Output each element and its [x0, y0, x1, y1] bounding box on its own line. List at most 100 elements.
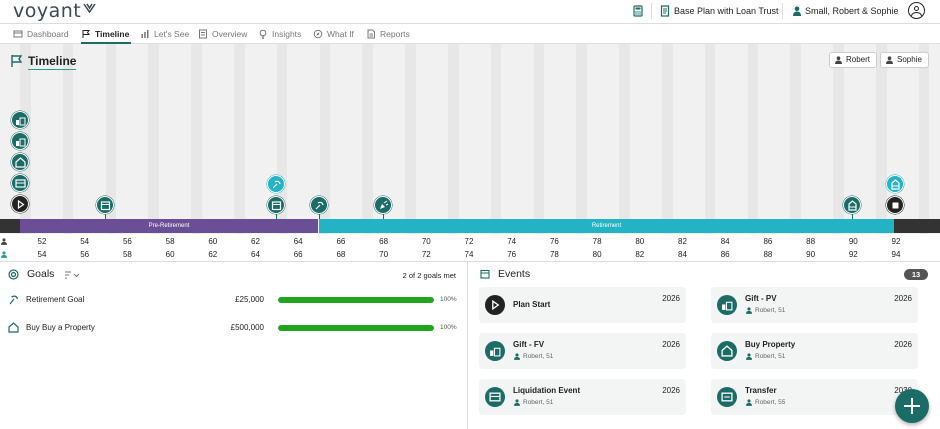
timeline-year-stripe: [918, 44, 930, 234]
event-card[interactable]: Transfer Robert, 55 2030: [711, 379, 918, 415]
tab-lets-see[interactable]: Let's See: [140, 24, 190, 44]
voyant-logo[interactable]: voyant: [13, 0, 96, 22]
divider: [782, 3, 783, 19]
age-axis: 52 54 56 58 60 62 64 66 68 70 72 74 76 78 80 82 84 86 88 90…: [0, 234, 940, 262]
event-care-home-icon[interactable]: [843, 196, 861, 214]
sophie-age-tick: 72: [421, 250, 431, 259]
report-icon: [367, 29, 375, 39]
event-year: 2026: [894, 294, 912, 303]
sophie-age-tick: 80: [592, 250, 602, 259]
robert-age-tick: 74: [507, 237, 517, 246]
event-year: 2026: [662, 386, 680, 395]
person-toggle-robert[interactable]: Robert: [829, 52, 878, 68]
tab-label: Timeline: [95, 29, 130, 39]
event-celebration-icon[interactable]: [374, 196, 392, 214]
goal-row[interactable]: Retirement Goal £25,000 100%: [0, 291, 468, 309]
robert-person-icon: [1, 238, 7, 245]
target-icon: [8, 269, 19, 280]
tab-insights[interactable]: Insights: [258, 24, 304, 44]
person-toggle-sophie[interactable]: Sophie: [880, 52, 929, 68]
goal-row[interactable]: Buy Buy a Property £500,000 100%: [0, 319, 468, 337]
phase-retirement[interactable]: Retirement: [319, 219, 894, 233]
event-gift-icon[interactable]: [11, 132, 29, 150]
event-card[interactable]: Gift - FV Robert, 51 2026: [479, 333, 686, 369]
event-calendar-icon[interactable]: [96, 196, 114, 214]
timeline-year-stripe: [662, 44, 673, 234]
event-owner: Robert, 51: [523, 399, 554, 406]
event-retirement-icon[interactable]: [267, 175, 285, 193]
robert-age-tick: 84: [720, 237, 730, 246]
transfer-icon: [717, 387, 737, 407]
tab-overview[interactable]: Overview: [198, 24, 250, 44]
user-circle-icon[interactable]: [908, 2, 925, 19]
timeline-year-stripe: [448, 44, 459, 234]
house-icon: [8, 322, 19, 333]
goal-percent: 100%: [440, 324, 457, 331]
event-retirement-icon[interactable]: [310, 196, 328, 214]
person-icon: [514, 399, 520, 406]
event-house-icon[interactable]: [11, 153, 29, 171]
tab-reports[interactable]: Reports: [366, 24, 414, 44]
event-stop-icon[interactable]: [886, 196, 904, 214]
plan-selector[interactable]: Base Plan with Loan Trust: [674, 5, 779, 17]
gift-icon: [717, 295, 737, 315]
event-gift-icon[interactable]: [11, 111, 29, 129]
robert-age-tick: 82: [678, 237, 687, 246]
phase-edge: [894, 219, 940, 233]
event-owner: Robert, 51: [755, 307, 786, 314]
tab-what-if[interactable]: What If: [313, 24, 357, 44]
robert-age-tick: 92: [891, 237, 901, 246]
robert-age-tick: 68: [379, 237, 389, 246]
event-calendar-icon[interactable]: [267, 196, 285, 214]
event-card[interactable]: Buy Property Robert, 51 2026: [711, 333, 918, 369]
event-cash-icon[interactable]: [11, 174, 29, 192]
robert-age-tick: 70: [421, 237, 431, 246]
sophie-age-tick: 84: [678, 250, 687, 259]
timeline-year-stripe: [790, 44, 802, 234]
goal-amount: £25,000: [235, 295, 264, 304]
add-event-button[interactable]: [895, 389, 929, 423]
event-card[interactable]: Gift - PV Robert, 51 2026: [711, 287, 918, 323]
event-play-icon[interactable]: [11, 195, 29, 213]
client-selector[interactable]: Small, Robert & Sophie: [805, 5, 899, 17]
event-care-home-icon[interactable]: [886, 175, 904, 193]
phase-pre-retirement[interactable]: Pre-Retirement: [20, 219, 318, 233]
event-title: Transfer: [745, 386, 777, 395]
timeline-year-stripe: [148, 44, 160, 234]
tab-timeline[interactable]: Timeline: [81, 24, 131, 44]
event-owner: Robert, 51: [523, 353, 554, 360]
timeline-year-stripe: [362, 44, 374, 234]
robert-age-tick: 88: [806, 237, 816, 246]
calculator-icon[interactable]: [632, 5, 644, 17]
cash-icon: [485, 387, 505, 407]
event-title: Liquidation Event: [513, 386, 581, 395]
person-icon: [746, 307, 752, 314]
robert-age-tick: 80: [635, 237, 645, 246]
person-icon: [886, 56, 893, 64]
event-card[interactable]: Plan Start 2026: [479, 287, 686, 323]
timeline-year-stripe: [62, 44, 74, 234]
sort-icon[interactable]: [64, 271, 80, 279]
timeline-year-stripe: [704, 44, 716, 234]
event-owner: Robert, 55: [755, 399, 786, 406]
event-title: Plan Start: [513, 300, 551, 309]
goal-amount: £500,000: [230, 323, 264, 332]
goal-progress-bar: [278, 325, 434, 331]
sophie-age-tick: 62: [208, 250, 218, 259]
sophie-age-tick: 54: [37, 250, 47, 259]
sophie-age-tick: 86: [720, 250, 730, 259]
phase-edge: [0, 219, 20, 233]
robert-age-tick: 72: [464, 237, 474, 246]
events-count-badge: 13: [904, 269, 928, 280]
tab-label: Let's See: [154, 29, 190, 39]
lightbulb-icon: [259, 29, 267, 39]
divider: [651, 3, 652, 19]
event-title: Gift - FV: [513, 340, 545, 349]
bar-chart-icon: [141, 30, 149, 38]
robert-age-tick: 56: [122, 237, 132, 246]
event-year: 2026: [894, 340, 912, 349]
house-icon: [717, 341, 737, 361]
tab-dashboard[interactable]: Dashboard: [13, 24, 71, 44]
sophie-age-tick: 58: [122, 250, 132, 259]
event-card[interactable]: Liquidation Event Robert, 51 2026: [479, 379, 686, 415]
